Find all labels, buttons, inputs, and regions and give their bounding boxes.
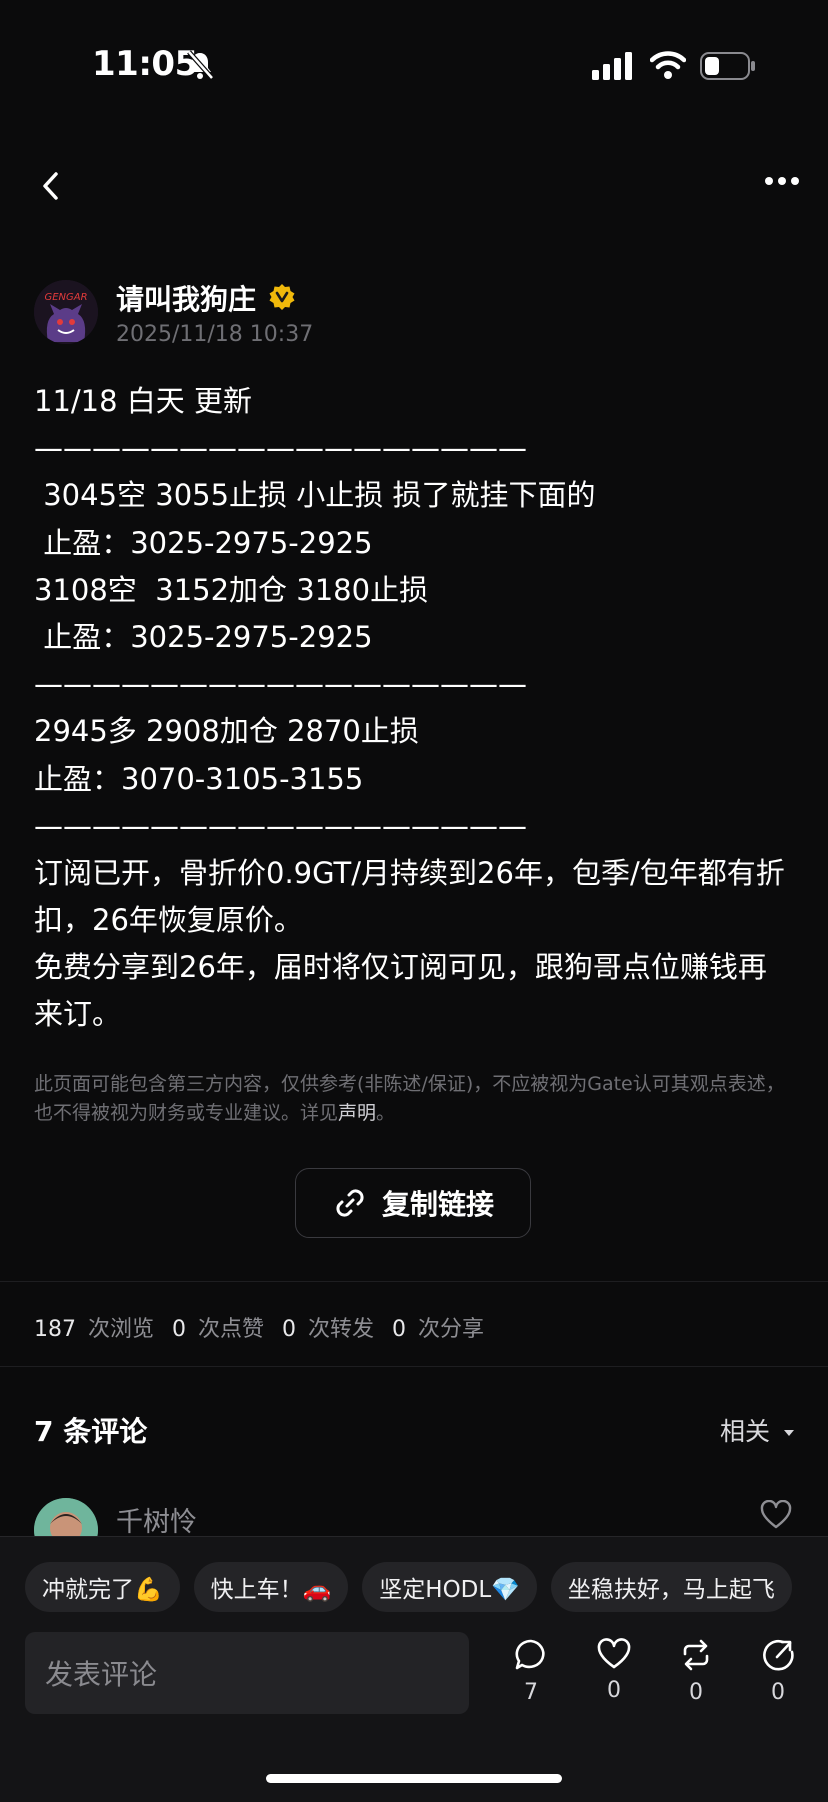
quick-reply-chip[interactable]: 冲就完了💪 xyxy=(25,1562,180,1612)
battery-icon xyxy=(700,52,755,80)
signal-icon xyxy=(592,52,632,80)
reposts-count: 0 xyxy=(689,1680,703,1705)
verified-icon xyxy=(269,284,295,310)
repost-action[interactable]: 0 xyxy=(666,1638,726,1705)
content-line: ————————————————— xyxy=(34,808,527,843)
content-paragraph: 免费分享到26年，届时将仅订阅可见，跟狗哥点位赚钱再来订。 xyxy=(34,950,767,1032)
likes-count: 0 xyxy=(607,1678,621,1703)
disclaimer: 此页面可能包含第三方内容，仅供参考(非陈述/保证)，不应被视为Gate认可其观点… xyxy=(34,1070,794,1128)
quick-reply-chip[interactable]: 坚定HODL💎 xyxy=(362,1562,537,1612)
comment-icon xyxy=(515,1639,545,1670)
quick-reply-chip[interactable]: 坐稳扶好，马上起飞 xyxy=(550,1562,792,1612)
share-icon xyxy=(763,1639,794,1671)
comments-count: 7 xyxy=(524,1680,538,1705)
back-icon[interactable] xyxy=(38,168,64,204)
wifi-icon xyxy=(650,51,686,79)
comment-input[interactable]: 发表评论 xyxy=(25,1632,469,1714)
post-timestamp: 2025/11/18 10:37 xyxy=(116,322,314,347)
content-paragraph: 订阅已开，骨折价0.9GT/月持续到26年，包季/包年都有折扣，26年恢复原价。 xyxy=(34,855,785,938)
shares-count: 0 xyxy=(771,1680,785,1705)
share-action[interactable]: 0 xyxy=(748,1638,808,1705)
link-icon xyxy=(336,1189,364,1217)
commenter-name[interactable]: 千树怜 xyxy=(116,1500,197,1539)
heart-icon xyxy=(597,1638,631,1669)
comments-sort-dropdown[interactable]: 相关 xyxy=(720,1412,796,1448)
post-content: 11/18 白天 更新 ————————————————— 3045空 3055… xyxy=(34,378,794,1039)
content-line: ————————————————— xyxy=(34,431,527,466)
content-line: 止盈：3025-2975-2925 xyxy=(34,525,373,560)
copy-link-label: 复制链接 xyxy=(381,1188,494,1221)
content-line: 3045空 3055止损 小止损 损了就挂下面的 xyxy=(34,478,596,513)
quick-reply-chips: 冲就完了💪 快上车！🚗 坚定HODL💎 坐稳扶好，马上起飞 xyxy=(25,1562,792,1612)
comments-action[interactable]: 7 xyxy=(501,1638,561,1705)
heart-icon[interactable] xyxy=(760,1500,792,1530)
comments-count-title: 7 条评论 xyxy=(34,1415,148,1448)
stat-shares: 0 次分享 xyxy=(392,1317,485,1342)
content-line: 2945多 2908加仓 2870止损 xyxy=(34,714,419,749)
sort-label: 相关 xyxy=(720,1417,771,1446)
copy-link-button[interactable]: 复制链接 xyxy=(295,1168,531,1238)
disclaimer-end: 。 xyxy=(376,1102,396,1124)
divider xyxy=(0,1366,828,1367)
stat-views: 187 次浏览 xyxy=(34,1317,155,1342)
post-stats: 187 次浏览 0 次点赞 0 次转发 0 次分享 xyxy=(34,1311,502,1343)
dropdown-icon xyxy=(783,1430,794,1436)
content-line: 11/18 白天 更新 xyxy=(34,384,253,418)
home-indicator[interactable] xyxy=(266,1774,562,1783)
stat-likes: 0 次点赞 xyxy=(172,1317,265,1342)
status-time: 11:05 xyxy=(92,44,198,84)
author-avatar[interactable]: GENGAR xyxy=(34,280,98,344)
repost-icon xyxy=(683,1639,709,1671)
divider xyxy=(0,1281,828,1282)
content-line: 3108空 3152加仓 3180止损 xyxy=(34,572,429,607)
content-line: 止盈：3025-2975-2925 xyxy=(34,619,373,654)
stat-reposts: 0 次转发 xyxy=(282,1317,375,1342)
author-name[interactable]: 请叫我狗庄 xyxy=(116,278,256,318)
content-line: 止盈：3070-3105-3155 xyxy=(34,761,364,796)
quick-reply-chip[interactable]: 快上车！🚗 xyxy=(193,1562,349,1612)
like-action[interactable]: 0 xyxy=(584,1638,644,1703)
more-icon[interactable] xyxy=(764,176,800,186)
content-line: ————————————————— xyxy=(34,667,527,702)
disclaimer-text: 此页面可能包含第三方内容，仅供参考(非陈述/保证)，不应被视为Gate认可其观点… xyxy=(34,1073,785,1124)
statement-link[interactable]: 声明 xyxy=(338,1102,376,1124)
avatar-logo-text: GENGAR xyxy=(44,292,87,303)
bell-slash-icon xyxy=(187,50,214,80)
